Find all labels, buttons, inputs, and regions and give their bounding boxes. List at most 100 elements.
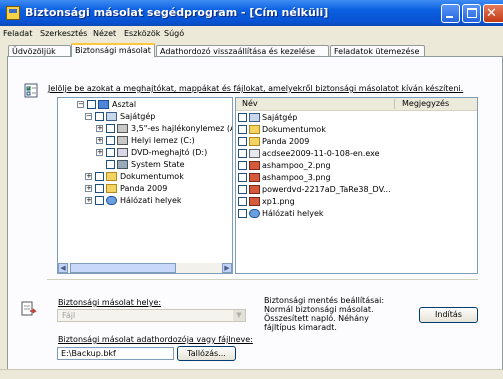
list-checkbox[interactable] — [238, 197, 247, 206]
tab-backup[interactable]: Biztonsági másolat — [71, 43, 155, 57]
expand-icon[interactable]: + — [85, 173, 92, 180]
list-checkbox[interactable] — [238, 173, 247, 182]
tab-welcome[interactable]: Üdvözöljük — [8, 45, 71, 56]
column-separator[interactable] — [394, 99, 395, 109]
column-comment[interactable]: Megjegyzés — [402, 99, 449, 108]
tree-item-local-disk[interactable]: + Helyi lemez (C:) — [58, 135, 232, 146]
backup-media-label: Biztonsági másolat adathordozója vagy fá… — [58, 335, 253, 344]
tree-item-network[interactable]: + Hálózati helyek — [58, 195, 232, 206]
expand-icon[interactable]: + — [96, 125, 103, 132]
checklist-icon — [24, 83, 38, 98]
tree-checkbox[interactable] — [106, 136, 115, 145]
tree-checkbox[interactable] — [106, 124, 115, 133]
dvd-icon — [117, 148, 128, 157]
network-icon — [249, 209, 260, 218]
list-checkbox[interactable] — [238, 185, 247, 194]
image-icon — [249, 185, 260, 194]
list-label: Sajátgép — [262, 113, 298, 122]
list-checkbox[interactable] — [238, 209, 247, 218]
expand-icon[interactable]: + — [85, 197, 92, 204]
scroll-right-icon[interactable]: ▶ — [222, 263, 232, 273]
close-icon: ✕ — [486, 6, 497, 21]
list-checkbox[interactable] — [238, 161, 247, 170]
tree-item-sajatgep[interactable]: − Sajátgép — [58, 111, 232, 122]
backup-app-icon — [6, 6, 20, 20]
close-button[interactable]: ✕ — [483, 4, 503, 23]
tree-item-floppy[interactable]: + 3,5"-es hajlékonylemez (A — [58, 123, 232, 134]
maximize-icon — [467, 8, 477, 18]
collapse-icon[interactable]: − — [77, 101, 84, 108]
menu-szerkesztes[interactable]: Szerkesztés — [40, 29, 87, 38]
menu-eszkozok[interactable]: Eszközök — [124, 29, 160, 38]
list-label: ashampoo_2.png — [262, 161, 331, 170]
backup-media-input[interactable]: E:\Backup.bkf — [57, 347, 174, 360]
expand-icon[interactable]: + — [96, 149, 103, 156]
list-label: acdsee2009-11-0-108-en.exe — [262, 149, 380, 158]
settings-title: Biztonsági mentés beállításai: — [264, 296, 385, 305]
tree-label: Panda 2009 — [120, 184, 168, 193]
tree-checkbox[interactable] — [95, 112, 104, 121]
tree-checkbox[interactable] — [95, 184, 104, 193]
tree-item-dokumentumok[interactable]: + Dokumentumok — [58, 171, 232, 182]
tree-label: Asztal — [112, 100, 137, 109]
tree-checkbox[interactable] — [106, 148, 115, 157]
list-checkbox[interactable] — [238, 125, 247, 134]
backup-destination-select[interactable]: Fájl ▼ — [57, 309, 246, 322]
expand-icon[interactable]: + — [96, 137, 103, 144]
tree-label: DVD-meghajtó (D:) — [131, 148, 208, 157]
tree-checkbox[interactable] — [95, 172, 104, 181]
desktop-icon — [98, 100, 109, 109]
list-label: Panda 2009 — [262, 137, 310, 146]
floppy-icon — [117, 124, 128, 133]
tree-item-panda[interactable]: + Panda 2009 — [58, 183, 232, 194]
image-icon — [249, 161, 260, 170]
list-label: Hálózati helyek — [262, 209, 324, 218]
tree-item-asztal[interactable]: − Asztal — [58, 99, 232, 110]
tree-checkbox[interactable] — [87, 100, 96, 109]
list-checkbox[interactable] — [238, 137, 247, 146]
tree-checkbox[interactable] — [95, 196, 104, 205]
list-label: Dokumentumok — [262, 125, 326, 134]
drive-icon — [117, 136, 128, 145]
computer-icon — [106, 112, 117, 121]
file-list[interactable]: Név Megjegyzés Sajátgép Dokumentumok Pan… — [235, 97, 478, 274]
menu-feladat[interactable]: Feladat — [3, 29, 32, 38]
backup-destination-label: Biztonsági másolat helye: — [58, 298, 162, 307]
tab-restore[interactable]: Adathordozó visszaállítása és kezelése — [156, 45, 329, 56]
tree-horizontal-scrollbar[interactable]: ◀ ▶ — [58, 263, 232, 273]
backup-settings-summary: Biztonsági mentés beállításai: Normál bi… — [264, 296, 385, 332]
image-icon — [249, 173, 260, 182]
tree-checkbox[interactable] — [106, 160, 115, 169]
list-checkbox[interactable] — [238, 149, 247, 158]
expand-icon[interactable]: + — [85, 185, 92, 192]
tree-item-dvd[interactable]: + DVD-meghajtó (D:) — [58, 147, 232, 158]
collapse-icon[interactable]: − — [85, 113, 92, 120]
instruction-text: Jelölje be azokat a meghajtókat, mappáka… — [48, 84, 464, 93]
folder-tree[interactable]: − Asztal − Sajátgép + 3,5"-es hajlékonyl… — [57, 97, 233, 274]
exe-icon — [249, 149, 260, 158]
app-window: Biztonsági másolat segédprogram - [Cím n… — [0, 0, 503, 379]
tab-schedule[interactable]: Feladatok ütemezése — [330, 45, 425, 56]
divider — [47, 279, 478, 280]
scroll-thumb[interactable] — [70, 263, 176, 273]
maximize-button[interactable] — [462, 4, 481, 23]
list-label: ashampoo_3.png — [262, 173, 331, 182]
minimize-button[interactable] — [441, 4, 460, 23]
menu-nezet[interactable]: Nézet — [93, 29, 116, 38]
folder-icon — [249, 137, 260, 146]
settings-line: Normál biztonsági másolat. — [264, 305, 374, 314]
network-icon — [106, 196, 117, 205]
menu-sugo[interactable]: Súgó — [164, 29, 184, 38]
chevron-down-icon[interactable]: ▼ — [233, 310, 245, 321]
computer-icon — [249, 113, 260, 122]
column-name[interactable]: Név — [242, 99, 258, 108]
list-checkbox[interactable] — [238, 113, 247, 122]
tree-label: 3,5"-es hajlékonylemez (A — [131, 124, 233, 133]
start-backup-button[interactable]: Indítás — [419, 307, 478, 323]
scroll-left-icon[interactable]: ◀ — [58, 263, 68, 273]
backup-destination-value: Fájl — [62, 311, 76, 320]
tree-label: Sajátgép — [120, 112, 156, 121]
title-bar[interactable]: Biztonsági másolat segédprogram - [Cím n… — [0, 0, 503, 26]
browse-button[interactable]: Tallózás... — [177, 346, 236, 361]
tree-item-system-state[interactable]: System State — [58, 159, 232, 170]
